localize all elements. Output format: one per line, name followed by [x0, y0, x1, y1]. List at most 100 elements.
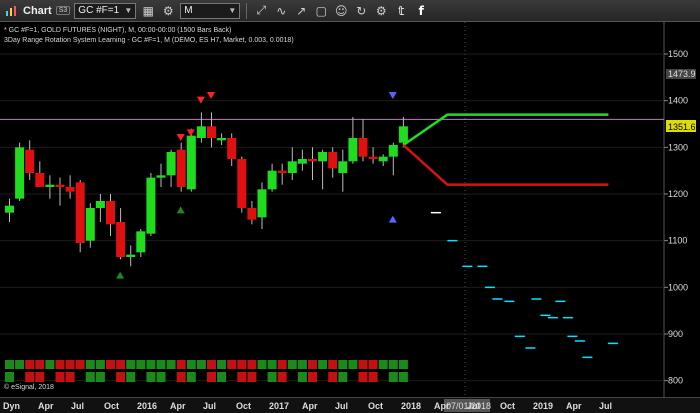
candle-body [368, 156, 378, 159]
volume-bar [388, 360, 398, 369]
candle-body [318, 152, 328, 162]
volume-bar-lower [116, 372, 126, 382]
x-tick-label: Apr [38, 401, 54, 411]
candle-body [257, 189, 267, 218]
y-tick-label-1500: 1500 [668, 49, 688, 59]
volume-bar [55, 360, 65, 369]
magnet-icon[interactable]: ↗ [293, 3, 309, 19]
volume-bar [106, 360, 115, 369]
candle-body [5, 205, 14, 213]
candle-body [65, 187, 75, 192]
volume-bar [328, 360, 338, 369]
volume-bar-lower [35, 372, 45, 382]
volume-bar-lower [207, 372, 216, 382]
facebook-icon[interactable]: f [413, 3, 429, 19]
volume-bar-lower [146, 372, 156, 382]
toolbar-divider [246, 2, 248, 19]
draw-icon[interactable]: ∿ [273, 3, 289, 19]
window-badge: S3 [55, 6, 71, 15]
volume-bar [136, 360, 146, 369]
symbol-select[interactable]: GC #F=1 ▼ [74, 2, 137, 19]
volume-bar [227, 360, 237, 369]
candle-body [388, 145, 398, 157]
candle-body [136, 231, 146, 253]
volume-bar [95, 360, 105, 369]
candle-body [95, 201, 105, 208]
x-tick-label: 2016 [137, 401, 157, 411]
candle-body [176, 149, 186, 187]
volume-bar-lower [186, 372, 196, 382]
volume-bar-lower [308, 372, 317, 382]
candle-body [166, 152, 176, 176]
volume-bar [358, 360, 368, 369]
price-label-upper-text: 1473.9 [668, 69, 696, 79]
volume-bar [186, 360, 196, 369]
cursor-icon[interactable]: ⤢ [253, 3, 269, 19]
x-tick-label: Jul [599, 401, 612, 411]
twitter-icon[interactable]: 𝕥 [393, 3, 409, 19]
chart-info-line1: * GC #F=1, GOLD FUTURES (NIGHT), M, 00:0… [4, 27, 231, 34]
settings2-icon[interactable]: ⚙ [373, 3, 389, 19]
candle-body [237, 159, 247, 208]
volume-bar-lower [328, 372, 338, 382]
volume-bar-lower [25, 372, 35, 382]
x-tick-label: Jul [71, 401, 84, 411]
volume-bar-lower [126, 372, 136, 382]
chart-info-line2: 3Day Range Rotation System Learning - GC… [4, 37, 294, 44]
candle-body [196, 126, 206, 138]
candle-body [398, 126, 408, 143]
volume-bar [176, 360, 186, 369]
volume-bar [146, 360, 156, 369]
volume-bar [156, 360, 166, 369]
volume-bar-lower [358, 372, 368, 382]
chart-icon[interactable] [3, 3, 19, 19]
shapes-icon[interactable]: ▢ [313, 3, 329, 19]
volume-bar-lower [65, 372, 75, 382]
candle-body [378, 156, 388, 162]
candle-body [338, 161, 348, 173]
volume-bar-lower [247, 372, 257, 382]
volume-bar-lower [217, 372, 227, 382]
volume-bar [15, 360, 25, 369]
volume-bar [25, 360, 35, 369]
price-chart[interactable]: * GC #F=1, GOLD FUTURES (NIGHT), M, 00:0… [0, 22, 700, 397]
candle-body [247, 208, 257, 220]
volume-bar [257, 360, 267, 369]
candle-body [55, 184, 65, 187]
candle-body [328, 152, 338, 169]
chevron-down-icon: ▼ [124, 6, 133, 15]
x-tick-label: Apr [566, 401, 582, 411]
volume-bar-lower [267, 372, 277, 382]
volume-bar-lower [55, 372, 65, 382]
esignal-watermark: © eSignal, 2018 [4, 383, 54, 391]
volume-bar-lower [398, 372, 408, 382]
candle-body [267, 170, 277, 190]
volume-bar [378, 360, 388, 369]
interval-select[interactable]: M ▼ [180, 2, 241, 19]
link-icon[interactable]: ▦ [140, 3, 156, 19]
y-tick-label-800: 800 [668, 376, 683, 386]
x-tick-label: Oct [236, 401, 251, 411]
settings-icon[interactable]: ⚙ [160, 3, 176, 19]
candle-body [358, 138, 368, 157]
candle-body [277, 170, 287, 173]
y-tick-label-900: 900 [668, 329, 683, 339]
candle-body [156, 175, 166, 178]
volume-bar [85, 360, 95, 369]
candle-body [15, 147, 25, 199]
text-icon[interactable]: ☺ [333, 3, 349, 19]
volume-bar [116, 360, 126, 369]
volume-bar-lower [237, 372, 247, 382]
volume-bar [247, 360, 257, 369]
x-tick-label: Apr [302, 401, 318, 411]
candle-body [25, 149, 35, 173]
candle-body [146, 177, 156, 234]
candle-body [308, 159, 317, 162]
volume-bar-lower [277, 372, 287, 382]
dyn-mode-label[interactable]: Dyn [3, 401, 20, 411]
x-tick-label: Apr [434, 401, 450, 411]
reload-icon[interactable]: ↻ [353, 3, 369, 19]
volume-bar [65, 360, 75, 369]
volume-bar [166, 360, 176, 369]
x-tick-label: Jul [467, 401, 480, 411]
